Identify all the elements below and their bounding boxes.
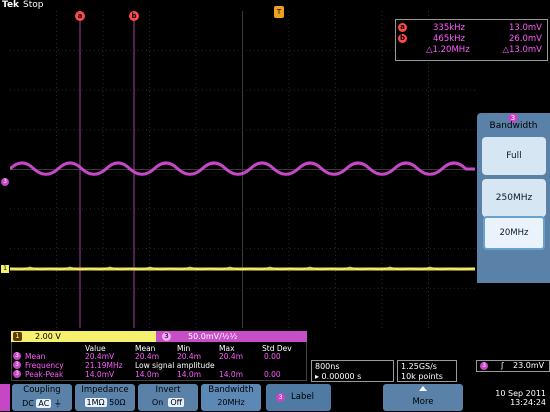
meas-min: 14.0m <box>177 370 202 379</box>
cursor-readout: a 335kHz 13.0mV b 465kHz 26.0mV △1.20MHz… <box>395 19 548 61</box>
up-arrow-icon <box>419 386 427 391</box>
coupling-button[interactable]: Coupling DC AC ⏚ <box>12 384 72 411</box>
bandwidth-20mhz-option[interactable]: 20MHz <box>483 216 545 250</box>
impedance-1mohm[interactable]: 1MΩ <box>84 398 107 407</box>
coupling-title: Coupling <box>23 385 61 395</box>
bandwidth-button[interactable]: Bandwidth 20MHz <box>201 384 261 411</box>
horizontal-position: ▸ 0.00000 s <box>315 372 362 381</box>
label-button[interactable]: 3 Label <box>266 384 331 411</box>
ch3-badge: 3 <box>162 332 171 341</box>
date: 10 Sep 2011 <box>495 389 546 398</box>
trigger-slope-icon: ʃ <box>501 361 504 370</box>
more-button[interactable]: More <box>383 384 463 411</box>
meas-max: 14.0m <box>219 370 244 379</box>
ch1-badge: 1 <box>13 332 22 341</box>
bandwidth-value: 20MHz <box>217 398 245 407</box>
impedance-options: 1MΩ 50Ω <box>75 398 135 407</box>
acquisition-readout[interactable]: 1.25GS/s 10k points <box>397 360 457 382</box>
coupling-dc[interactable]: DC <box>22 399 34 408</box>
coupling-ground-icon[interactable]: ⏚ <box>54 399 62 408</box>
date-time: 10 Sep 2011 13:24:24 <box>486 389 546 407</box>
impedance-50ohm[interactable]: 50Ω <box>109 398 125 407</box>
meas-min: 20.4m <box>177 352 202 361</box>
record-length: 10k points <box>401 372 443 381</box>
meas-value: 14.0mV <box>85 370 115 379</box>
coupling-ac[interactable]: AC <box>36 399 52 408</box>
cursor-a-marker[interactable]: a <box>75 11 85 21</box>
horizontal-scale: 800ns <box>315 362 340 371</box>
bandwidth-title: Bandwidth <box>208 385 254 395</box>
ch1-scale-bar[interactable] <box>11 331 156 342</box>
more-title: More <box>412 397 434 407</box>
brand-label: Tek <box>2 0 20 10</box>
meas-label: Frequency <box>25 361 64 370</box>
channel-indicator <box>0 384 10 411</box>
meas-label: Mean <box>25 352 46 361</box>
impedance-button[interactable]: Impedance 1MΩ 50Ω <box>75 384 135 411</box>
invert-on[interactable]: On <box>152 398 163 407</box>
bandwidth-full-option[interactable]: Full <box>482 137 546 175</box>
meas-mean: 14.0m <box>135 370 160 379</box>
time: 13:24:24 <box>510 398 546 407</box>
meas-value: 21.19MHz <box>85 361 123 370</box>
meas-source-badge: 3 <box>13 370 21 378</box>
cursor-a-badge: a <box>398 23 407 32</box>
meas-mean: 20.4m <box>135 352 160 361</box>
cursor-b-marker[interactable]: b <box>129 11 139 21</box>
label-title: Label <box>291 392 314 402</box>
coupling-options: DC AC ⏚ <box>12 398 72 409</box>
horizontal-readout[interactable]: 800ns ▸ 0.00000 s <box>311 360 394 382</box>
cursor-delta-readout: △1.20MHz △13.0mV <box>398 44 544 56</box>
ch3-scale: 50.0mV/½½ <box>188 332 238 341</box>
meas-source-badge: 3 <box>13 361 21 369</box>
meas-std-dev: 0.00 <box>264 370 281 379</box>
side-menu-title: Bandwidth <box>489 121 538 131</box>
measurement-row-frequency[interactable]: 3 Frequency 21.19MHz Low signal amplitud… <box>13 361 305 370</box>
cursor-delta-frequency: △1.20MHz <box>426 45 470 55</box>
invert-title: Invert <box>155 385 181 395</box>
meas-max: 20.4m <box>219 352 244 361</box>
cursor-b-badge: b <box>398 34 407 43</box>
measurement-row-mean[interactable]: 3 Mean 20.4mV 20.4m 20.4m 20.4m 0.00 <box>13 352 305 361</box>
measurement-row-peak-peak[interactable]: 3 Peak-Peak 14.0mV 14.0m 14.0m 14.0m 0.0… <box>13 370 305 379</box>
bandwidth-250mhz-option[interactable]: 250MHz <box>482 179 546 217</box>
meas-std-dev: 0.00 <box>264 352 281 361</box>
label-channel-badge: 3 <box>276 393 285 402</box>
cursor-delta-value: △13.0mV <box>502 45 542 55</box>
ch1-scale: 2.00 V <box>35 332 61 341</box>
meas-value: 20.4mV <box>85 352 115 361</box>
ch1-ground-marker[interactable]: 1 <box>1 265 9 273</box>
trigger-readout[interactable]: 3 ʃ 23.0mV <box>476 360 550 372</box>
impedance-title: Impedance <box>81 385 129 395</box>
meas-warning: Low signal amplitude <box>135 361 215 370</box>
invert-options: On Off <box>138 398 198 407</box>
trigger-level: 23.0mV <box>513 361 545 370</box>
acquisition-status: Stop <box>23 0 44 10</box>
meas-source-badge: 3 <box>13 352 21 360</box>
trigger-position-marker[interactable]: T <box>274 6 284 18</box>
meas-label: Peak-Peak <box>25 370 64 379</box>
trigger-source-badge: 3 <box>480 362 488 370</box>
invert-off[interactable]: Off <box>168 398 185 407</box>
invert-button[interactable]: Invert On Off <box>138 384 198 411</box>
ch3-ground-marker[interactable]: 3 <box>1 178 9 186</box>
sample-rate: 1.25GS/s <box>401 362 437 371</box>
